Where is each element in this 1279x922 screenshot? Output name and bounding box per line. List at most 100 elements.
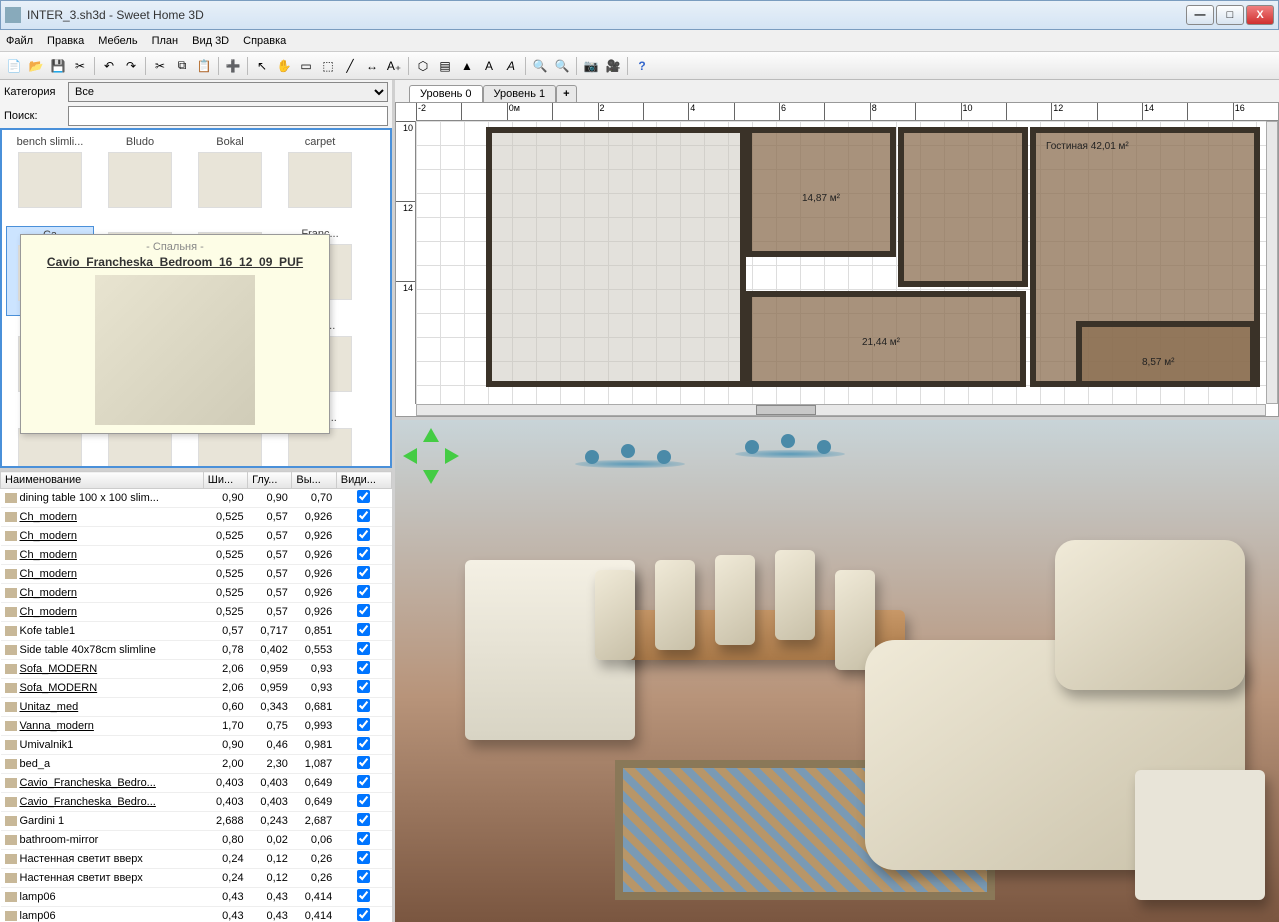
menu-plan[interactable]: План (152, 35, 179, 47)
dimension-icon[interactable]: ↔ (362, 56, 382, 76)
font-bold-icon[interactable]: A (479, 56, 499, 76)
table-row[interactable]: dining table 100 x 100 slim...0,900,900,… (1, 489, 392, 508)
table-row[interactable]: bed_a2,002,301,087 (1, 755, 392, 774)
help-icon[interactable]: ? (632, 56, 652, 76)
3d-icon[interactable]: ▲ (457, 56, 477, 76)
tab-level-0[interactable]: Уровень 0 (409, 85, 483, 102)
visible-checkbox[interactable] (357, 490, 370, 503)
plan-scrollbar-h[interactable] (416, 404, 1266, 416)
visible-checkbox[interactable] (357, 794, 370, 807)
table-row[interactable]: Kofe table10,570,7170,851 (1, 622, 392, 641)
undo-icon[interactable]: ↶ (99, 56, 119, 76)
table-row[interactable]: Cavio_Francheska_Bedro...0,4030,4030,649 (1, 774, 392, 793)
visible-checkbox[interactable] (357, 851, 370, 864)
visible-checkbox[interactable] (357, 737, 370, 750)
add-furniture-icon[interactable]: ➕ (223, 56, 243, 76)
tab-level-1[interactable]: Уровень 1 (483, 85, 557, 102)
table-row[interactable]: Vanna_modern1,700,750,993 (1, 717, 392, 736)
nav-up-icon[interactable] (423, 428, 439, 442)
open-icon[interactable]: 📂 (26, 56, 46, 76)
column-header[interactable]: Вы... (292, 472, 336, 489)
table-row[interactable]: Ch_modern0,5250,570,926 (1, 546, 392, 565)
floorplan-canvas[interactable]: 14,87 м² Гостиная 42,01 м² 21,44 м² 8,57… (416, 121, 1266, 404)
visible-checkbox[interactable] (357, 889, 370, 902)
table-row[interactable]: Cavio_Francheska_Bedro...0,4030,4030,649 (1, 793, 392, 812)
compass-icon[interactable]: ⬡ (413, 56, 433, 76)
video-icon[interactable]: 🎥 (603, 56, 623, 76)
level-icon[interactable]: ▤ (435, 56, 455, 76)
table-row[interactable]: Ch_modern0,5250,570,926 (1, 527, 392, 546)
menu-furniture[interactable]: Мебель (98, 35, 137, 47)
visible-checkbox[interactable] (357, 547, 370, 560)
catalog-item[interactable]: Bokal (186, 134, 274, 224)
nav-right-icon[interactable] (445, 448, 459, 464)
menu-edit[interactable]: Правка (47, 35, 84, 47)
table-row[interactable]: Ch_modern0,5250,570,926 (1, 565, 392, 584)
catalog-item[interactable]: carpet (276, 134, 364, 224)
minimize-button[interactable]: — (1186, 5, 1214, 25)
visible-checkbox[interactable] (357, 718, 370, 731)
table-row[interactable]: lamp060,430,430,414 (1, 907, 392, 922)
visible-checkbox[interactable] (357, 661, 370, 674)
visible-checkbox[interactable] (357, 699, 370, 712)
table-row[interactable]: bathroom-mirror0,800,020,06 (1, 831, 392, 850)
table-row[interactable]: Sofa_MODERN2,060,9590,93 (1, 660, 392, 679)
furniture-catalog[interactable]: - Спальня - Cavio_Francheska_Bedroom_16_… (0, 128, 392, 468)
zoom-in-icon[interactable]: 🔍 (530, 56, 550, 76)
table-row[interactable]: Gardini 12,6880,2432,687 (1, 812, 392, 831)
table-row[interactable]: Umivalnik10,900,460,981 (1, 736, 392, 755)
catalog-item[interactable]: bench slimli... (6, 134, 94, 224)
menu-file[interactable]: Файл (6, 35, 33, 47)
visible-checkbox[interactable] (357, 813, 370, 826)
visible-checkbox[interactable] (357, 509, 370, 522)
visible-checkbox[interactable] (357, 908, 370, 921)
select-icon[interactable]: ↖ (252, 56, 272, 76)
table-row[interactable]: Ch_modern0,5250,570,926 (1, 584, 392, 603)
save-icon[interactable]: 💾 (48, 56, 68, 76)
visible-checkbox[interactable] (357, 642, 370, 655)
visible-checkbox[interactable] (357, 832, 370, 845)
wall-icon[interactable]: ▭ (296, 56, 316, 76)
tab-add-level[interactable]: + (556, 85, 576, 102)
nav-left-icon[interactable] (403, 448, 417, 464)
visible-checkbox[interactable] (357, 623, 370, 636)
pan-icon[interactable]: ✋ (274, 56, 294, 76)
column-header[interactable]: Глу... (248, 472, 292, 489)
table-row[interactable]: Side table 40x78cm slimline0,780,4020,55… (1, 641, 392, 660)
visible-checkbox[interactable] (357, 566, 370, 579)
table-row[interactable]: Настенная светит вверх0,240,120,26 (1, 869, 392, 888)
font-italic-icon[interactable]: A (501, 56, 521, 76)
visible-checkbox[interactable] (357, 604, 370, 617)
visible-checkbox[interactable] (357, 756, 370, 769)
catalog-item[interactable]: Bludo (96, 134, 184, 224)
polyline-icon[interactable]: ╱ (340, 56, 360, 76)
table-row[interactable]: Sofa_MODERN2,060,9590,93 (1, 679, 392, 698)
category-select[interactable]: Все (68, 82, 388, 102)
paste-icon[interactable]: 📋 (194, 56, 214, 76)
text-icon[interactable]: A₊ (384, 56, 404, 76)
visible-checkbox[interactable] (357, 775, 370, 788)
cut-icon[interactable]: ✂ (150, 56, 170, 76)
visible-checkbox[interactable] (357, 528, 370, 541)
table-row[interactable]: Ch_modern0,5250,570,926 (1, 508, 392, 527)
close-button[interactable]: X (1246, 5, 1274, 25)
maximize-button[interactable]: □ (1216, 5, 1244, 25)
column-header[interactable]: Ши... (203, 472, 247, 489)
3d-view[interactable] (395, 420, 1279, 922)
visible-checkbox[interactable] (357, 870, 370, 883)
column-header[interactable]: Види... (336, 472, 391, 489)
table-row[interactable]: Настенная светит вверх0,240,120,26 (1, 850, 392, 869)
plan-scrollbar-v[interactable] (1266, 121, 1278, 404)
visible-checkbox[interactable] (357, 680, 370, 693)
zoom-out-icon[interactable]: 🔍 (552, 56, 572, 76)
new-icon[interactable]: 📄 (4, 56, 24, 76)
nav-down-icon[interactable] (423, 470, 439, 484)
floor-plan[interactable]: -20м246810121416 101214 14,87 м² Гостина… (395, 102, 1279, 417)
copy-icon[interactable]: ⧉ (172, 56, 192, 76)
menu-help[interactable]: Справка (243, 35, 286, 47)
menu-3dview[interactable]: Вид 3D (192, 35, 229, 47)
photo-icon[interactable]: 📷 (581, 56, 601, 76)
table-row[interactable]: lamp060,430,430,414 (1, 888, 392, 907)
visible-checkbox[interactable] (357, 585, 370, 598)
table-row[interactable]: Ch_modern0,5250,570,926 (1, 603, 392, 622)
